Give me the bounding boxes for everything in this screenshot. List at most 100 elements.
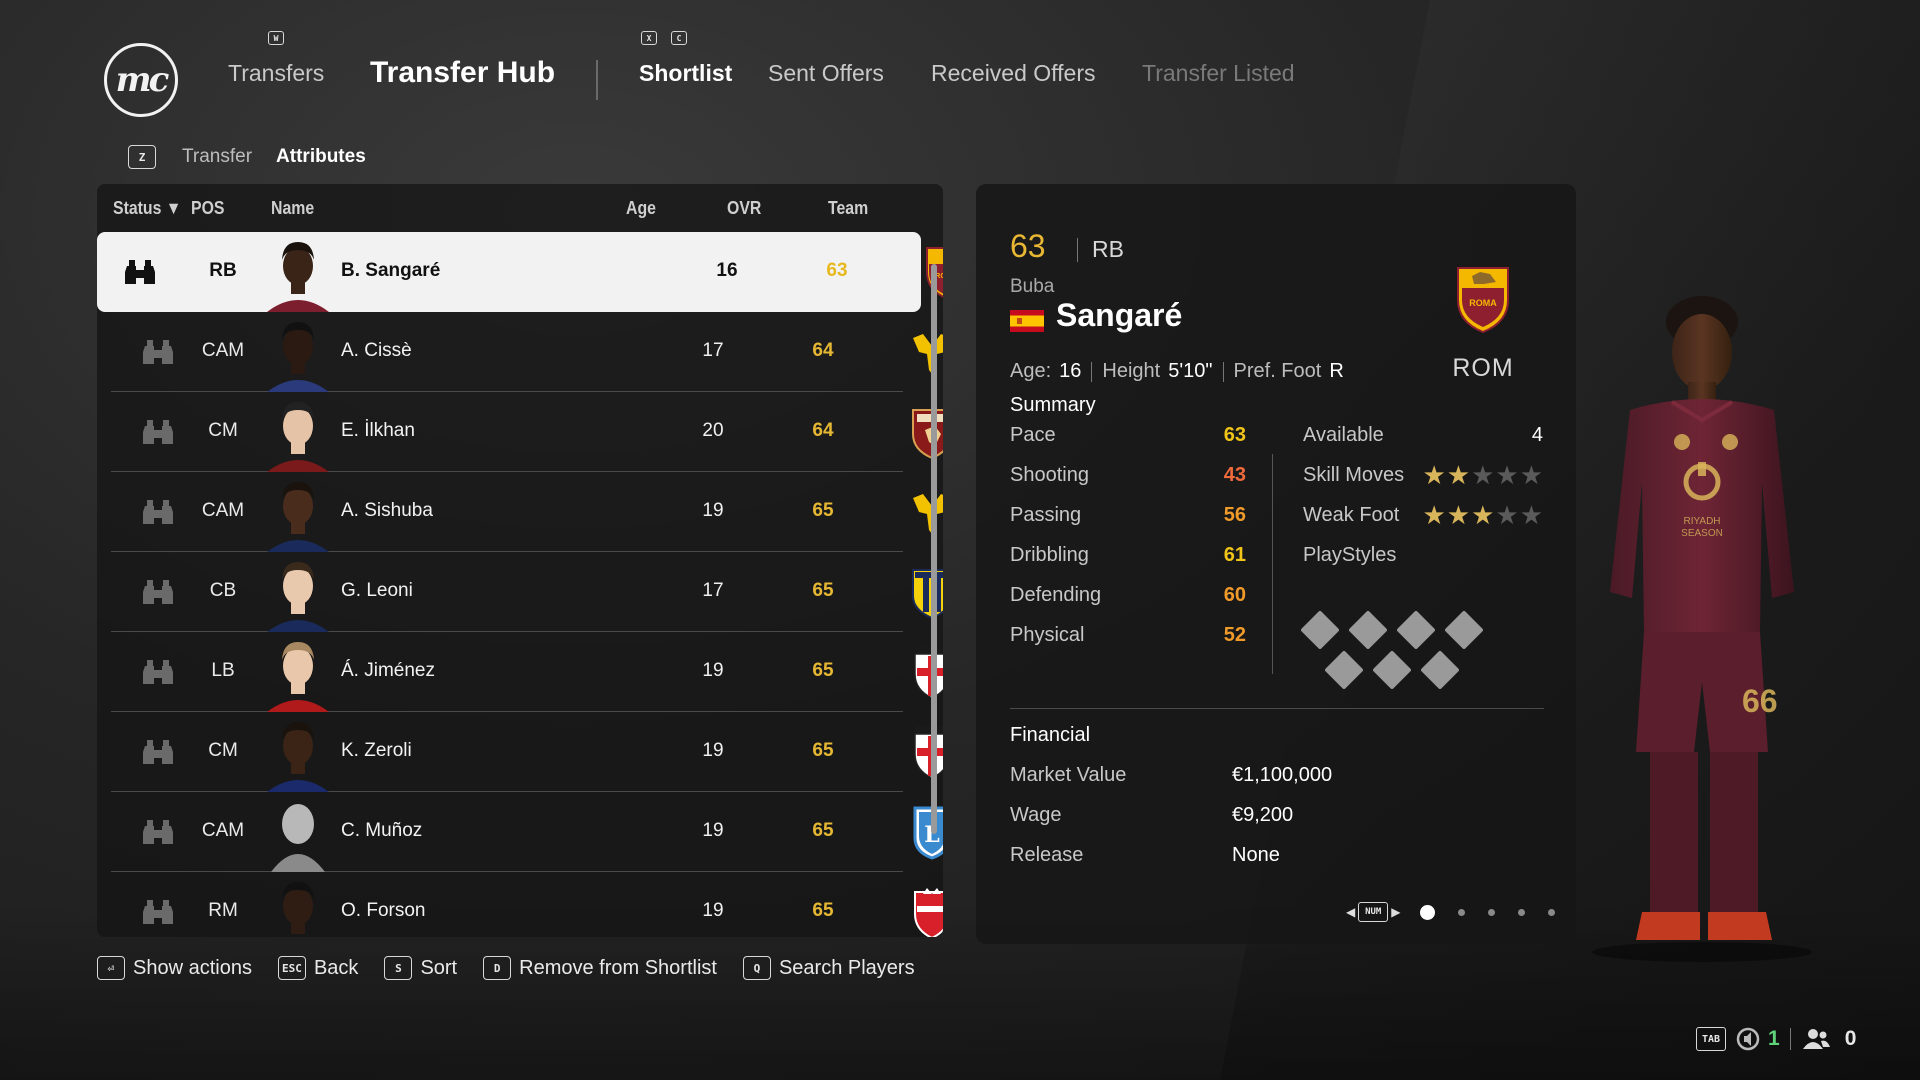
attribute-passing: Passing 56 xyxy=(1010,504,1246,534)
financial-label: Wage xyxy=(1010,804,1062,826)
page-dot[interactable] xyxy=(1518,908,1526,916)
available-label: Available xyxy=(1303,424,1384,446)
table-row[interactable]: LB Á. Jiménez 19 65 xyxy=(111,632,943,712)
row-ovr: 65 xyxy=(812,820,834,841)
row-player-name: G. Leoni xyxy=(341,580,413,601)
attribute-label: Defending xyxy=(1010,584,1102,606)
row-ovr: 65 xyxy=(812,580,834,601)
binoculars-icon[interactable] xyxy=(141,578,175,606)
hint-show-actions[interactable]: ⏎ Show actions xyxy=(97,956,252,980)
subnav: Z Transfer Attributes xyxy=(128,143,366,171)
financial-title: Financial xyxy=(1010,724,1091,746)
playstyle-slot-icon[interactable] xyxy=(1348,610,1388,650)
hint-sort[interactable]: S Sort xyxy=(384,956,457,980)
tab-shortlist[interactable]: Shortlist xyxy=(639,60,732,87)
nav-transfers[interactable]: Transfers xyxy=(228,60,324,87)
table-row[interactable]: CAM C. Muñoz 19 65 L xyxy=(111,792,943,872)
attribute-label: Dribbling xyxy=(1010,544,1089,566)
header-name[interactable]: Name xyxy=(271,198,314,219)
player-position: RB xyxy=(1092,236,1124,262)
player-portrait xyxy=(267,562,329,632)
binoculars-icon[interactable] xyxy=(141,338,175,366)
table-row[interactable]: CM K. Zeroli 19 65 xyxy=(111,712,943,792)
hint-back[interactable]: ESC Back xyxy=(277,956,358,980)
lecce-crest-icon: L xyxy=(913,806,943,860)
list-scrollbar[interactable] xyxy=(931,264,937,834)
tab-received-offers[interactable]: Received Offers xyxy=(931,60,1095,87)
skill-moves-row: Skill Moves ★ ★ ★ ★ ★ xyxy=(1303,460,1543,494)
header-pos[interactable]: POS xyxy=(191,198,224,219)
table-header: Status ▼ POS Name Age OVR Team xyxy=(97,198,943,226)
row-ovr: 65 xyxy=(812,500,834,521)
financial-value: None xyxy=(1232,844,1280,866)
page-dot[interactable] xyxy=(1488,908,1496,916)
attribute-shooting: Shooting 43 xyxy=(1010,464,1246,494)
playstyle-slot-icon[interactable] xyxy=(1396,610,1436,650)
playstyle-slot-icon[interactable] xyxy=(1420,650,1460,690)
table-row[interactable]: CB G. Leoni 17 65 xyxy=(111,552,943,632)
subtab-attributes[interactable]: Attributes xyxy=(276,146,366,168)
hint-remove-from-shortlist[interactable]: D Remove from Shortlist xyxy=(483,956,717,980)
playstyle-slot-icon[interactable] xyxy=(1444,610,1484,650)
tab-sent-offers[interactable]: Sent Offers xyxy=(768,60,884,87)
playstyle-slot-icon[interactable] xyxy=(1300,610,1340,650)
unread-count: 1 xyxy=(1768,1027,1780,1050)
player-portrait xyxy=(267,402,329,472)
pager-left-icon[interactable]: ◀ xyxy=(1346,905,1355,919)
row-ovr: 63 xyxy=(826,260,848,281)
table-row[interactable]: CAM A. Cissè 17 64 xyxy=(111,312,943,392)
attribute-value: 61 xyxy=(1223,544,1246,566)
spain-flag-icon xyxy=(1010,310,1044,332)
club-abbreviation: ROM xyxy=(1452,354,1514,382)
key-hint-num: NUM xyxy=(1358,902,1389,922)
tab-transfer-listed[interactable]: Transfer Listed xyxy=(1142,60,1295,87)
player-portrait xyxy=(267,322,329,392)
row-player-name: O. Forson xyxy=(341,900,426,921)
financial-value: €1,100,000 xyxy=(1232,764,1333,786)
torino-crest-icon xyxy=(912,409,943,460)
header-ovr[interactable]: OVR xyxy=(727,198,761,219)
row-ovr: 65 xyxy=(812,660,834,681)
table-row[interactable]: CM E. İlkhan 20 64 xyxy=(111,392,943,472)
pager-right-icon[interactable]: ▶ xyxy=(1391,905,1400,919)
height-label: Height xyxy=(1102,360,1161,382)
table-row[interactable]: RM O. Forson 19 65 xyxy=(111,872,943,937)
nav-transfer-hub[interactable]: Transfer Hub xyxy=(370,56,555,90)
row-position: CAM xyxy=(201,340,245,361)
table-row[interactable]: CAM A. Sishuba 19 65 xyxy=(111,472,943,552)
key-hint-x: X xyxy=(641,31,657,45)
binoculars-icon[interactable] xyxy=(123,258,157,286)
player-portrait xyxy=(267,642,329,712)
age-label: Age: xyxy=(1010,360,1052,382)
milano-crest-icon xyxy=(914,646,943,699)
attribute-physical: Physical 52 xyxy=(1010,624,1246,654)
binoculars-icon[interactable] xyxy=(141,898,175,926)
player-silhouette-icon xyxy=(271,804,325,872)
star-icon: ★ xyxy=(1422,460,1446,490)
binoculars-icon[interactable] xyxy=(141,818,175,846)
playstyle-slot-icon[interactable] xyxy=(1324,650,1364,690)
hint-search-players[interactable]: Q Search Players xyxy=(742,956,915,980)
page-dot[interactable] xyxy=(1458,908,1466,916)
attribute-value: 43 xyxy=(1223,464,1246,486)
player-portrait xyxy=(267,722,329,792)
milano-crest-icon xyxy=(914,726,943,779)
row-player-name: C. Muñoz xyxy=(341,820,423,841)
speaker-icon xyxy=(1736,1027,1760,1051)
table-row[interactable]: RB B. Sangaré 16 63 ROMA xyxy=(97,232,943,312)
header-team[interactable]: Team xyxy=(828,198,868,219)
subtab-transfer[interactable]: Transfer xyxy=(182,146,252,168)
playstyles-row: PlayStyles xyxy=(1303,544,1543,574)
attribute-value: 63 xyxy=(1223,424,1246,446)
playstyle-slot-icon[interactable] xyxy=(1372,650,1412,690)
binoculars-icon[interactable] xyxy=(141,738,175,766)
binoculars-icon[interactable] xyxy=(141,658,175,686)
page-dot[interactable] xyxy=(1548,908,1556,916)
weak-foot-row: Weak Foot ★ ★ ★ ★ ★ xyxy=(1303,502,1543,534)
header-status[interactable]: Status ▼ xyxy=(113,198,181,219)
roma-crest-icon: ROMA xyxy=(1457,267,1509,334)
binoculars-icon[interactable] xyxy=(141,418,175,446)
header-age[interactable]: Age xyxy=(626,198,656,219)
binoculars-icon[interactable] xyxy=(141,498,175,526)
page-dot[interactable] xyxy=(1420,904,1436,920)
